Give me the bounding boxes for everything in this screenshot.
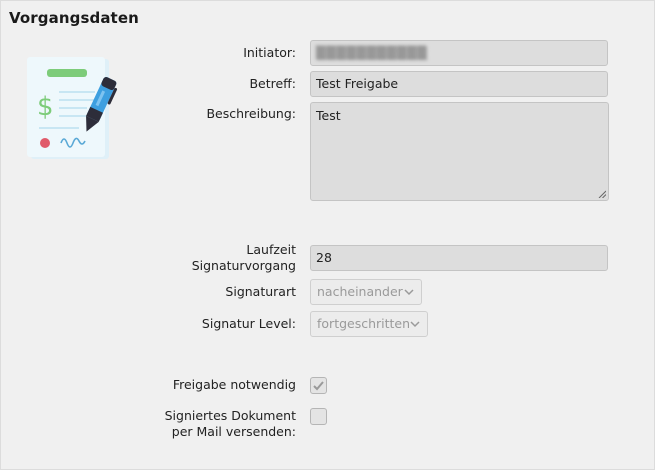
signiertes-dokument-label-line2: per Mail versenden: (171, 424, 296, 439)
section-title: Vorgangsdaten (9, 9, 139, 27)
signaturart-label: Signaturart (225, 284, 296, 299)
beschreibung-textarea[interactable]: Test (310, 102, 609, 201)
chevron-down-icon (404, 289, 414, 296)
check-icon (313, 381, 324, 391)
signatur-level-select[interactable]: fortgeschritten (310, 311, 428, 337)
initiator-field: ▒▒▒▒▒▒▒▒▒▒▒ (310, 40, 608, 66)
initiator-label: Initiator: (243, 45, 296, 60)
signiertes-dokument-label-line1: Signiertes Dokument (164, 408, 296, 423)
signiertes-dokument-label: Signiertes Dokument per Mail versenden: (165, 408, 296, 440)
laufzeit-label: Laufzeit Signaturvorgang (192, 242, 296, 274)
signatur-level-value: fortgeschritten (317, 316, 411, 331)
svg-text:$: $ (37, 92, 54, 122)
beschreibung-label: Beschreibung: (206, 106, 296, 121)
betreff-field[interactable]: Test Freigabe (310, 71, 608, 97)
laufzeit-label-line2: Signaturvorgang (191, 258, 296, 273)
form-panel: Vorgangsdaten $ Initiator: ▒▒▒▒▒▒▒▒▒▒▒ B… (0, 0, 655, 470)
resize-grip-icon[interactable] (598, 190, 606, 198)
signaturart-value: nacheinander (317, 284, 403, 299)
freigabe-label: Freigabe notwendig (172, 377, 296, 392)
laufzeit-field[interactable]: 28 (310, 245, 608, 271)
signed-contract-icon: $ (25, 55, 137, 165)
signiertes-dokument-checkbox[interactable] (310, 408, 327, 425)
betreff-label: Betreff: (249, 76, 296, 91)
laufzeit-label-line1: Laufzeit (246, 242, 296, 257)
initiator-value: ▒▒▒▒▒▒▒▒▒▒▒ (316, 45, 428, 60)
chevron-down-icon (410, 321, 420, 328)
freigabe-checkbox[interactable] (310, 377, 327, 394)
beschreibung-value: Test (316, 108, 341, 123)
signaturart-select[interactable]: nacheinander (310, 279, 422, 305)
signatur-level-label: Signatur Level: (201, 316, 296, 331)
